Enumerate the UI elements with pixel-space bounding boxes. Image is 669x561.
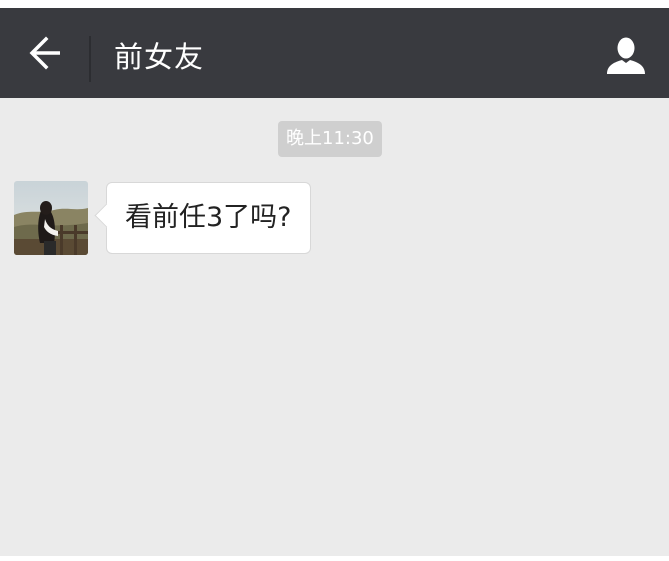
person-icon bbox=[607, 37, 645, 74]
chat-screen: 前女友 晚上11:30 看前任3了吗? bbox=[0, 0, 669, 561]
message-text: 看前任3了吗? bbox=[125, 202, 292, 233]
message-list[interactable]: 晚上11:30 看前任3了吗? bbox=[0, 98, 669, 556]
chat-title: 前女友 bbox=[114, 40, 205, 74]
arrow-left-icon bbox=[29, 36, 60, 70]
contact-avatar[interactable] bbox=[14, 181, 88, 255]
contact-profile-button[interactable] bbox=[603, 34, 649, 80]
header-divider bbox=[89, 36, 91, 82]
back-button[interactable] bbox=[20, 30, 70, 76]
message-timestamp: 晚上11:30 bbox=[278, 121, 382, 157]
top-navigation-bar: 前女友 bbox=[0, 8, 669, 98]
bubble-tail bbox=[94, 203, 119, 228]
message-bubble[interactable]: 看前任3了吗? bbox=[94, 182, 311, 254]
bottom-edge bbox=[0, 556, 669, 561]
avatar-photo-icon bbox=[14, 181, 88, 255]
